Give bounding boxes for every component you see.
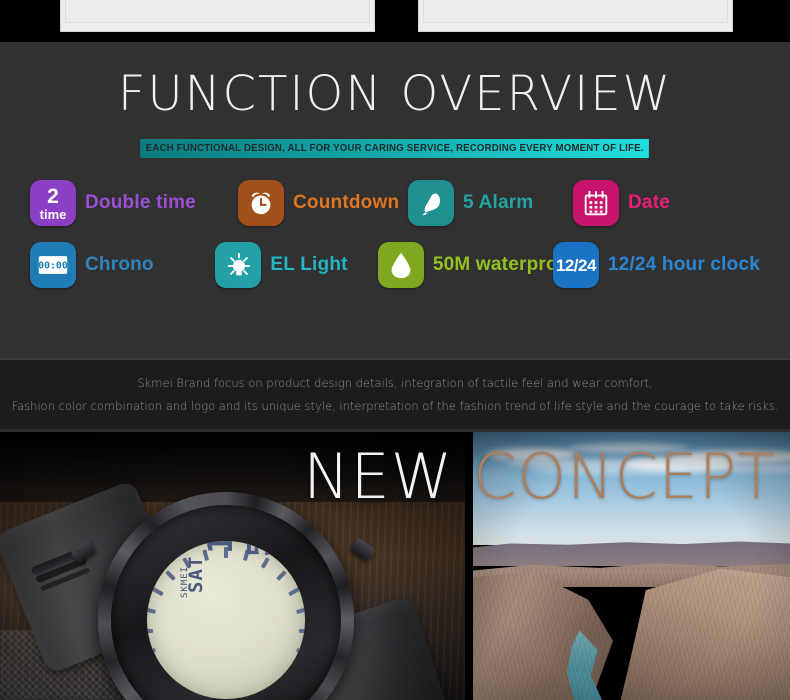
feature-row-1: 2 time Double time Countdown 5 Alarm Dat… [0,180,790,226]
feature-12-24-hour[interactable]: 12/24 12/24 hour clock [552,242,760,288]
svg-text:00:00: 00:00 [38,261,68,272]
feature-label: 12/24 hour clock [607,254,760,275]
alarm-clock-icon [238,180,284,226]
rock-texture [473,566,790,700]
feature-waterproof[interactable]: 50M waterproof [377,242,576,288]
brand-description-section: Skmei Brand focus on product design deta… [0,358,790,432]
feature-double-time[interactable]: 2 time Double time [30,180,238,226]
sport-watch: St/sp Mode Reset Light SKMEI SAT 12:35 5… [0,479,458,700]
previous-section-strip [0,0,790,42]
feature-label: 5 Alarm [463,192,534,213]
product-detail-page: FUNCTION OVERVIEW EACH FUNCTIONAL DESIGN… [0,0,790,700]
dual-time-icon: 2 time [30,180,76,226]
lightbulb-icon [215,242,262,288]
watch-lcd-display: SKMEI SAT 12:35 58 2017 10-21 [147,541,305,699]
feature-el-light[interactable]: EL Light [215,242,377,288]
feature-label: Double time [85,192,196,213]
feature-label: Date [628,192,670,213]
watch-time-seconds: 58 [242,541,277,557]
badge-text: 12/24 [555,255,597,275]
previous-section-panel-left [60,0,375,32]
function-overview-section: FUNCTION OVERVIEW EACH FUNCTIONAL DESIGN… [0,42,790,358]
headline-concept: CONCEPT [473,440,777,513]
feature-label: Chrono [85,254,154,275]
water-drop-icon [377,242,424,288]
stopwatch-digits-icon: 00:00 [30,242,76,288]
feature-alarm[interactable]: 5 Alarm [408,180,573,226]
page-title: FUNCTION OVERVIEW [117,66,673,122]
feature-chrono[interactable]: 00:00 Chrono [30,242,215,288]
twelve-24-icon: 12/24 [552,242,599,288]
watch-dial: SKMEI SAT 12:35 58 2017 10-21 [147,541,305,699]
watch-time-main: 12:35 [201,541,241,554]
feature-row-2: 00:00 Chrono EL Light 50M waterproof 12/… [0,242,790,288]
watch-day-text: SAT [184,555,207,594]
watch-date-text: 2017 10-21 [273,541,291,558]
new-concept-section: St/sp Mode Reset Light SKMEI SAT 12:35 5… [0,432,790,700]
photo-divider [465,432,473,700]
description-line-1: Skmei Brand focus on product design deta… [137,376,653,390]
watch-inner-bezel: SKMEI SAT 12:35 58 2017 10-21 [111,505,341,700]
feature-date[interactable]: Date [573,180,670,226]
feature-label: EL Light [270,254,348,275]
headline-new: NEW [303,440,453,513]
previous-section-panel-right [418,0,733,32]
calendar-icon [573,180,619,226]
bell-icon [408,180,454,226]
watch-photo-left: St/sp Mode Reset Light SKMEI SAT 12:35 5… [0,432,465,700]
canyon-photo-right: CONCEPT [473,432,790,700]
feature-label: Countdown [293,192,400,213]
feature-countdown[interactable]: Countdown [238,180,408,226]
description-line-2: Fashion color combination and logo and i… [11,399,779,413]
tagline-container: EACH FUNCTIONAL DESIGN, ALL FOR YOUR CAR… [0,138,790,158]
tagline-banner: EACH FUNCTIONAL DESIGN, ALL FOR YOUR CAR… [140,139,650,158]
